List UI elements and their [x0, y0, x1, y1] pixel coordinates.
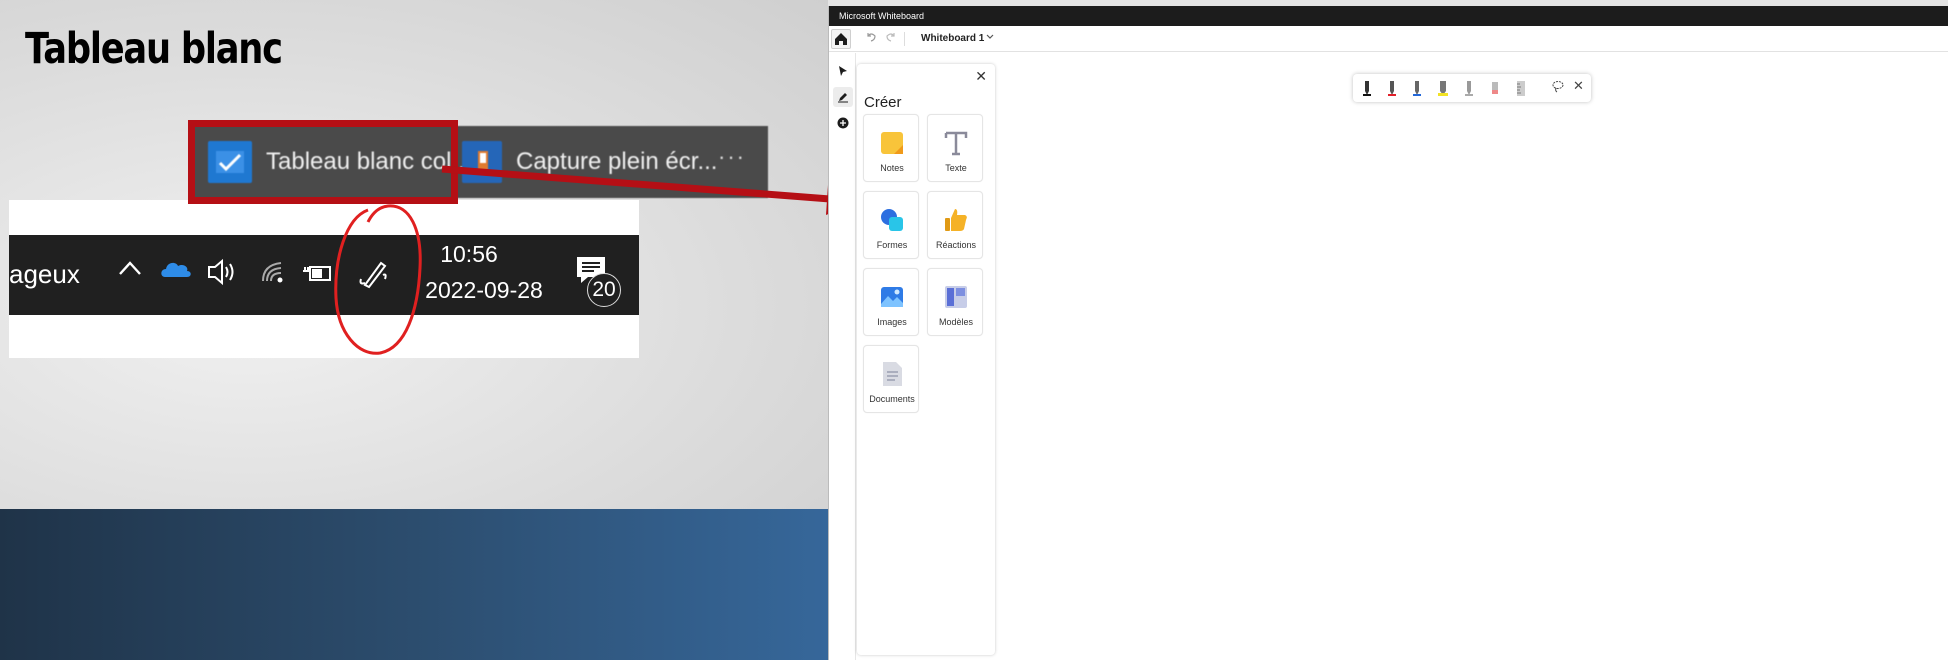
top-toolbar: Whiteboard 1 — [829, 26, 1948, 52]
images-icon — [881, 287, 903, 307]
templates-icon — [945, 286, 967, 308]
redo-icon[interactable] — [885, 31, 897, 46]
shapes-icon — [881, 209, 903, 231]
close-icon[interactable]: ✕ — [975, 68, 987, 85]
text-icon — [944, 131, 968, 156]
ink-toolbar: ✕ — [1353, 74, 1591, 102]
blue-pen-icon[interactable] — [1411, 79, 1423, 97]
left-tool-rail — [829, 53, 856, 660]
undo-icon[interactable] — [865, 31, 877, 46]
tile-label: Réactions — [935, 240, 977, 250]
wifi-icon[interactable] — [259, 257, 289, 292]
red-pen-icon[interactable] — [1386, 79, 1398, 97]
tile-templates[interactable]: Modèles — [927, 268, 983, 336]
tile-label: Images — [877, 317, 907, 327]
toolbar-divider — [904, 32, 905, 46]
panel-title: Créer — [864, 94, 902, 111]
create-button[interactable] — [833, 113, 853, 133]
home-icon — [835, 33, 847, 45]
annotation-circle — [334, 204, 422, 355]
cursor-icon — [839, 66, 847, 76]
taskbar-date[interactable]: 2022-09-28 — [419, 277, 549, 304]
yellow-highlighter-icon[interactable] — [1437, 79, 1449, 97]
plus-circle-icon — [837, 117, 849, 129]
tile-text[interactable]: Texte — [927, 114, 983, 182]
window-titlebar: Microsoft Whiteboard — [829, 6, 1948, 26]
taskbar: ageux 10:56 2022-09-28 20 — [9, 235, 639, 315]
ink-tool-button[interactable] — [833, 87, 853, 107]
lasso-select-icon[interactable] — [1551, 79, 1565, 96]
eraser-icon[interactable] — [1489, 79, 1501, 97]
highlight-box — [188, 120, 458, 204]
board-name[interactable]: Whiteboard 1 — [921, 33, 984, 44]
notification-count-badge: 20 — [587, 273, 621, 307]
tile-label: Texte — [945, 163, 967, 173]
reactions-icon — [945, 209, 967, 231]
black-pen-icon[interactable] — [1361, 79, 1373, 97]
tile-label: Notes — [880, 163, 904, 173]
chevron-down-icon[interactable] — [985, 32, 995, 44]
slide-title: Tableau blanc — [25, 24, 283, 74]
annotation-arrow — [441, 165, 858, 215]
volume-icon[interactable] — [205, 257, 239, 292]
tile-label: Documents — [869, 394, 915, 404]
pen-icon — [838, 93, 848, 103]
notes-icon — [881, 132, 903, 154]
tile-documents[interactable]: Documents — [863, 345, 919, 413]
tile-label: Formes — [876, 240, 908, 250]
select-tool-button[interactable] — [833, 61, 853, 81]
gray-pen-icon[interactable] — [1463, 79, 1475, 97]
tile-images[interactable]: Images — [863, 268, 919, 336]
tile-reactions[interactable]: Réactions — [927, 191, 983, 259]
tile-label: Modèles — [938, 317, 974, 327]
slide-footer-band — [0, 509, 828, 660]
tile-shapes[interactable]: Formes — [863, 191, 919, 259]
chevron-up-icon[interactable] — [117, 253, 143, 285]
onedrive-cloud-icon[interactable] — [159, 257, 193, 286]
home-button[interactable] — [831, 29, 851, 49]
documents-icon — [883, 362, 902, 386]
whiteboard-window: Microsoft Whiteboard Whiteboard 1 ✕ Crée… — [828, 6, 1948, 660]
taskbar-time[interactable]: 10:56 — [419, 241, 519, 268]
tile-notes[interactable]: Notes — [863, 114, 919, 182]
create-panel: ✕ Créer Notes Texte Formes Réactions Ima… — [857, 64, 995, 655]
close-icon[interactable]: ✕ — [1573, 78, 1584, 94]
taskbar-partial-text: ageux — [9, 259, 80, 289]
ruler-icon[interactable] — [1515, 79, 1527, 97]
